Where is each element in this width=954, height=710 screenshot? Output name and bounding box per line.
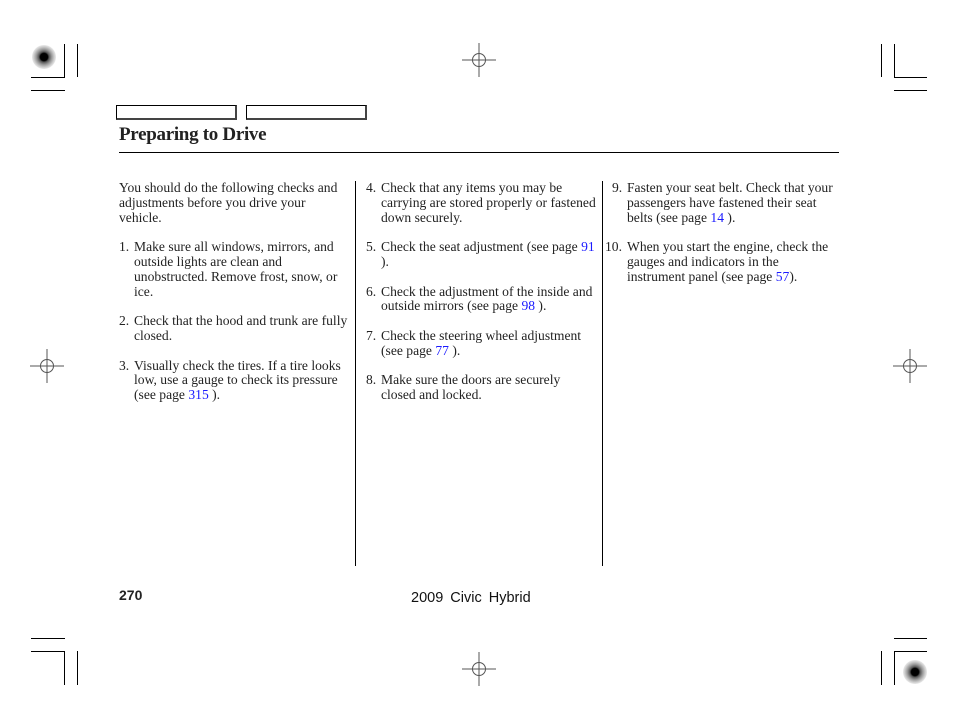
checklist-item: 8. Make sure the doors are securely clos…	[366, 373, 596, 403]
item-text: Check the seat adjustment (see page 91 )…	[381, 239, 595, 269]
checklist-item: 5. Check the seat adjustment (see page 9…	[366, 239, 596, 270]
column-1: You should do the following checks and a…	[119, 180, 349, 418]
page-title: Preparing to Drive	[119, 124, 267, 145]
page-link[interactable]: 91	[581, 239, 595, 254]
registration-crosshair-icon	[30, 349, 64, 383]
color-target-icon	[903, 660, 927, 684]
color-target-icon	[32, 45, 56, 69]
item-text: Fasten your seat belt. Check that your p…	[627, 180, 833, 225]
item-number: 8.	[366, 372, 377, 388]
item-number: 6.	[366, 283, 377, 299]
column-divider	[355, 181, 356, 566]
header-rule	[119, 152, 839, 153]
checklist-item: 1. Make sure all windows, mirrors, and o…	[119, 239, 349, 299]
checklist-item: 3. Visually check the tires. If a tire l…	[119, 357, 349, 403]
checklist-item: 9. Fasten your seat belt. Check that you…	[612, 180, 838, 225]
item-number: 7.	[366, 327, 377, 343]
nav-tab-table-of-contents[interactable]	[246, 105, 367, 120]
checklist-item: 7. Check the steering wheel adjustment (…	[366, 327, 596, 359]
column-3: 9. Fasten your seat belt. Check that you…	[605, 180, 838, 299]
checklist-item: 6. Check the adjustment of the inside an…	[366, 283, 596, 315]
item-number: 1.	[119, 239, 130, 255]
column-divider	[602, 181, 603, 566]
column-2: 4. Check that any items you may be carry…	[366, 180, 596, 418]
item-number: 9.	[612, 180, 623, 195]
item-text: Check that the hood and trunk are fully …	[134, 313, 348, 343]
page-link[interactable]: 57	[776, 269, 790, 284]
checklist-item: 10. When you start the engine, check the…	[605, 239, 838, 284]
page-link[interactable]: 77	[435, 343, 449, 358]
item-number: 2.	[119, 313, 130, 329]
item-number: 4.	[366, 180, 377, 195]
item-number: 5.	[366, 239, 377, 255]
registration-crosshair-icon	[893, 349, 927, 383]
nav-tab-main-menu[interactable]	[116, 105, 237, 120]
item-text: Check the adjustment of the inside and o…	[381, 283, 593, 314]
item-text: Visually check the tires. If a tire look…	[134, 357, 341, 403]
page-link[interactable]: 98	[521, 298, 535, 313]
item-number: 3.	[119, 357, 130, 373]
checklist-item: 4. Check that any items you may be carry…	[366, 180, 596, 225]
item-text: When you start the engine, check the gau…	[627, 239, 829, 284]
intro-paragraph: You should do the following checks and a…	[119, 180, 338, 225]
item-text: Make sure the doors are securely closed …	[381, 372, 561, 403]
page-number: 270	[119, 587, 143, 603]
checklist-item: 2. Check that the hood and trunk are ful…	[119, 313, 349, 344]
item-text: Check that any items you may be carrying…	[381, 180, 596, 225]
registration-crosshair-icon	[462, 43, 496, 77]
page-link[interactable]: 14	[710, 210, 724, 225]
item-text: Make sure all windows, mirrors, and outs…	[134, 239, 338, 299]
item-text: Check the steering wheel adjustment (see…	[381, 327, 582, 358]
item-number: 10.	[605, 239, 622, 255]
registration-crosshair-icon	[462, 652, 496, 686]
page-link[interactable]: 315	[188, 387, 208, 402]
book-title: 2009 Civic Hybrid	[411, 590, 531, 606]
